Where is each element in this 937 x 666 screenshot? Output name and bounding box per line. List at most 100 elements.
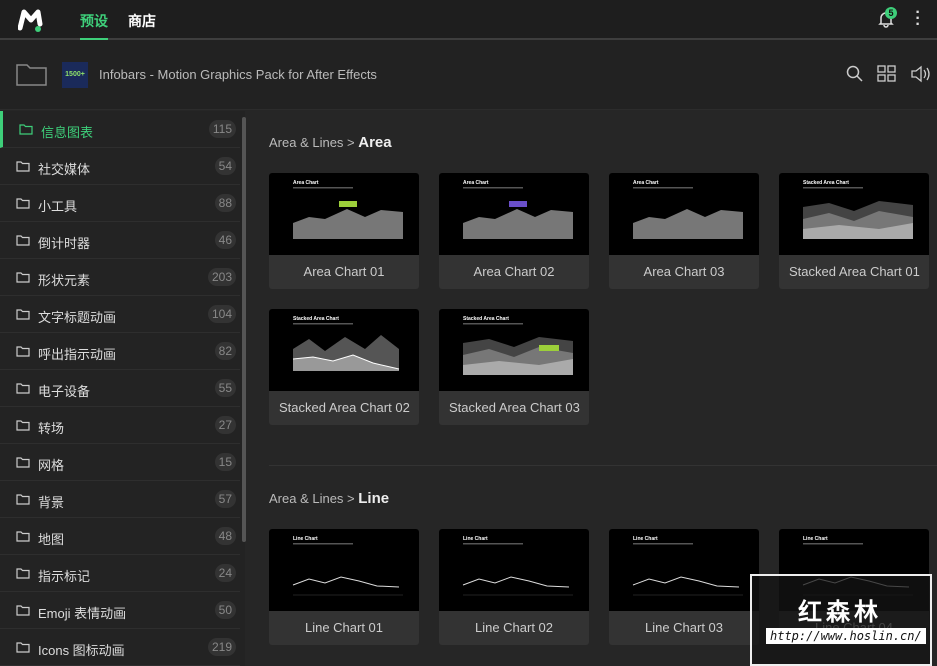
- preset-card[interactable]: Area Chart Area Chart 02: [439, 173, 589, 289]
- sidebar-item-label: Icons 图标动画: [38, 643, 125, 658]
- sidebar-item-label: 指示标记: [38, 569, 91, 584]
- folder-icon: [16, 605, 30, 616]
- sidebar-item-label: 文字标题动画: [38, 310, 117, 325]
- preset-card[interactable]: Area Chart Area Chart 03: [609, 173, 759, 289]
- preset-card-label: Area Chart 03: [643, 264, 725, 279]
- folder-icon: [16, 568, 30, 579]
- section-divider: [269, 465, 937, 466]
- svg-text:Line Chart: Line Chart: [803, 536, 828, 542]
- sidebar-item[interactable]: 文字标题动画 104: [0, 296, 240, 333]
- sidebar-item[interactable]: 社交媒体 54: [0, 148, 240, 185]
- section-breadcrumb: Area & Lines > Line: [269, 490, 389, 507]
- preset-card-label: Line Chart 01: [304, 620, 384, 635]
- sidebar-item-label: 背景: [38, 495, 65, 510]
- sidebar-item[interactable]: 倒计时器 46: [0, 222, 240, 259]
- svg-text:Stacked Area Chart: Stacked Area Chart: [463, 316, 509, 322]
- section-title: Line: [358, 490, 390, 507]
- sidebar-item[interactable]: Emoji 表情动画 50: [0, 592, 240, 629]
- folder-icon: [16, 457, 30, 468]
- svg-text:Area Chart: Area Chart: [633, 180, 659, 186]
- category-sidebar: 信息图表 115 社交媒体 54 小工具 88 倒计时器 46 形状元素 203 文字标题动画 104…: [0, 111, 245, 666]
- pack-thumbnail: 1500+: [62, 62, 88, 88]
- sidebar-item[interactable]: 小工具 88: [0, 185, 240, 222]
- folder-icon: [19, 124, 33, 135]
- sidebar-item-count: 82: [214, 342, 236, 360]
- folder-icon: [16, 494, 30, 505]
- sidebar-item-label: 信息图表: [41, 125, 94, 140]
- preset-card[interactable]: Line Chart Line Chart 02: [439, 529, 589, 645]
- sidebar-item-label: Emoji 表情动画: [38, 606, 127, 621]
- notification-badge: 5: [885, 7, 897, 19]
- app-logo-icon: [18, 9, 43, 32]
- sidebar-item[interactable]: 信息图表 115: [0, 111, 240, 148]
- preset-card-label: Stacked Area Chart 02: [279, 400, 410, 415]
- sidebar-item[interactable]: Icons 图标动画 219: [0, 629, 240, 666]
- sidebar-item[interactable]: 电子设备 55: [0, 370, 240, 407]
- preset-card-label: Line Chart 02: [474, 620, 554, 635]
- preset-card[interactable]: Line Chart Line Chart 03: [609, 529, 759, 645]
- breadcrumb-parent[interactable]: Area & Lines >: [269, 491, 358, 506]
- preset-card-label: Area Chart 01: [303, 264, 385, 279]
- volume-icon[interactable]: [910, 65, 932, 83]
- svg-text:Line Chart: Line Chart: [293, 536, 318, 542]
- card-thumbnail: Area Chart: [609, 173, 759, 255]
- sidebar-item[interactable]: 网格 15: [0, 444, 240, 481]
- sidebar-scrollbar[interactable]: [242, 117, 246, 542]
- folder-icon[interactable]: [16, 62, 47, 86]
- sidebar-item-count: 24: [214, 564, 236, 582]
- sidebar-item[interactable]: 转场 27: [0, 407, 240, 444]
- preset-card[interactable]: Stacked Area Chart Stacked Area Chart 01: [779, 173, 929, 289]
- grid-view-icon[interactable]: [877, 65, 897, 83]
- tab-store[interactable]: 商店: [128, 11, 156, 40]
- sidebar-item-count: 115: [208, 120, 236, 138]
- sidebar-item-count: 219: [207, 638, 236, 656]
- watermark-name: 红森林: [798, 599, 882, 626]
- card-thumbnail: Stacked Area Chart: [779, 173, 929, 255]
- sidebar-item-count: 57: [214, 490, 236, 508]
- svg-text:Stacked Area Chart: Stacked Area Chart: [803, 180, 849, 186]
- sidebar-item-label: 地图: [38, 532, 65, 547]
- folder-icon: [16, 272, 30, 283]
- sidebar-item-count: 54: [214, 157, 236, 175]
- sidebar-item[interactable]: 地图 48: [0, 518, 240, 555]
- preset-card[interactable]: Stacked Area Chart Stacked Area Chart 03: [439, 309, 589, 425]
- sidebar-item[interactable]: 背景 57: [0, 481, 240, 518]
- preset-card[interactable]: Line Chart Line Chart 01: [269, 529, 419, 645]
- folder-icon: [16, 531, 30, 542]
- card-thumbnail: Stacked Area Chart: [269, 309, 419, 391]
- more-menu-icon[interactable]: · · ·: [914, 5, 922, 33]
- sidebar-item-count: 15: [214, 453, 236, 471]
- card-thumbnail: Stacked Area Chart: [439, 309, 589, 391]
- sidebar-item-label: 小工具: [38, 199, 78, 214]
- breadcrumb-parent[interactable]: Area & Lines >: [269, 135, 358, 150]
- search-icon[interactable]: [846, 65, 864, 83]
- sidebar-item-count: 27: [214, 416, 236, 434]
- sidebar-item[interactable]: 形状元素 203: [0, 259, 240, 296]
- preset-card[interactable]: Stacked Area Chart Stacked Area Chart 02: [269, 309, 419, 425]
- sidebar-item[interactable]: 指示标记 24: [0, 555, 240, 592]
- sidebar-item-count: 48: [214, 527, 236, 545]
- sidebar-item-label: 电子设备: [38, 384, 91, 399]
- preset-card-label: Stacked Area Chart 01: [789, 264, 920, 279]
- watermark-url: http://www.hoslin.cn/: [766, 628, 926, 644]
- folder-icon: [16, 420, 30, 431]
- card-thumbnail: Line Chart: [269, 529, 419, 611]
- sidebar-item[interactable]: 呼出指示动画 82: [0, 333, 240, 370]
- sidebar-item-label: 呼出指示动画: [38, 347, 117, 362]
- folder-icon: [16, 161, 30, 172]
- folder-icon: [16, 309, 30, 320]
- folder-icon: [16, 642, 30, 653]
- svg-text:Area Chart: Area Chart: [293, 180, 319, 186]
- folder-icon: [16, 235, 30, 246]
- folder-icon: [16, 346, 30, 357]
- folder-icon: [16, 383, 30, 394]
- top-bar: 预设 商店 5 · · ·: [0, 0, 937, 40]
- preset-card[interactable]: Area Chart Area Chart 01: [269, 173, 419, 289]
- svg-text:Line Chart: Line Chart: [463, 536, 488, 542]
- sidebar-item-count: 46: [214, 231, 236, 249]
- section-breadcrumb: Area & Lines > Area: [269, 134, 392, 151]
- folder-icon: [16, 198, 30, 209]
- tab-presets[interactable]: 预设: [80, 11, 108, 40]
- card-thumbnail: Line Chart: [439, 529, 589, 611]
- sidebar-item-count: 88: [214, 194, 236, 212]
